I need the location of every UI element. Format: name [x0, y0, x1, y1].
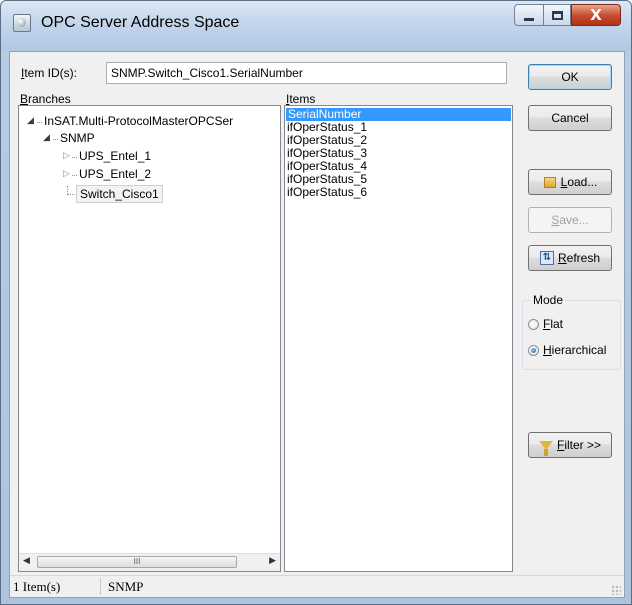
minimize-button[interactable] — [514, 4, 543, 26]
collapse-snmp-icon[interactable]: ◢ — [43, 133, 50, 143]
mode-groupbox: Mode Flat Hierarchical — [522, 293, 621, 370]
tree-connector — [72, 175, 77, 176]
app-icon — [13, 14, 31, 32]
branches-label-mnemonic: B — [20, 92, 29, 106]
maximize-icon — [551, 10, 563, 20]
close-icon: X — [590, 5, 602, 24]
maximize-button[interactable] — [543, 4, 571, 26]
flat-radio[interactable] — [528, 318, 539, 330]
filter-text: ilter >> — [564, 438, 602, 452]
hierarchical-text: ierarchical — [551, 343, 607, 357]
tree-connector — [37, 122, 42, 123]
scroll-left-icon[interactable]: ◀ — [23, 556, 30, 566]
mode-flat-option[interactable]: Flat — [528, 317, 563, 331]
minimize-icon — [524, 17, 534, 21]
cancel-button[interactable]: Cancel — [528, 105, 612, 131]
dialog-window: OPC Server Address Space X Item ID(s): B… — [0, 0, 632, 605]
dialog-client-area: Item ID(s): Branches Items ◢ InSAT.Multi… — [9, 51, 625, 598]
refresh-text: efresh — [566, 251, 601, 265]
refresh-mnemonic: R — [557, 251, 567, 265]
save-text: ave... — [559, 213, 589, 227]
tree-node-root[interactable]: InSAT.Multi-ProtocolMasterOPCSer — [44, 114, 233, 128]
ok-button-label: OK — [561, 70, 579, 84]
branches-horizontal-scrollbar[interactable]: ◀ III ▶ — [19, 553, 280, 571]
item-id-label: Item ID(s): — [21, 66, 77, 80]
filter-icon — [538, 440, 553, 456]
hierarchical-mnemonic: H — [543, 343, 552, 357]
items-label: Items — [286, 92, 315, 106]
branches-label: Branches — [20, 92, 71, 106]
tree-node-snmp[interactable]: SNMP — [60, 131, 95, 145]
tree-connector — [53, 139, 58, 140]
tree-connector — [72, 157, 77, 158]
items-label-text: tems — [289, 92, 316, 106]
close-button[interactable]: X — [571, 4, 621, 26]
items-list[interactable]: SerialNumber ifOperStatus_1 ifOperStatus… — [284, 105, 513, 572]
status-separator — [100, 578, 101, 595]
refresh-icon: ⇅ — [539, 251, 554, 265]
scroll-thumb[interactable]: III — [37, 556, 237, 568]
filter-button-label: Filter >> — [557, 438, 601, 452]
branches-tree[interactable]: ◢ InSAT.Multi-ProtocolMasterOPCSer ◢ SNM… — [18, 105, 281, 572]
status-item-count: 1 Item(s) — [13, 579, 61, 594]
tree-node-ups-entel-1[interactable]: UPS_Entel_1 — [79, 149, 151, 163]
save-button[interactable]: Save... — [528, 207, 612, 233]
tree-connector — [67, 194, 75, 195]
load-text: oad... — [567, 175, 598, 189]
ok-button[interactable]: OK — [528, 64, 612, 90]
load-button-label: Load... — [561, 175, 598, 189]
status-bar: 1 Item(s) SNMP — [10, 575, 624, 597]
status-branch: SNMP — [108, 579, 144, 594]
refresh-button[interactable]: ⇅ Refresh — [528, 245, 612, 271]
flat-text: lat — [550, 317, 564, 331]
expand-ups1-icon[interactable]: ▷ — [63, 151, 70, 161]
folder-icon — [543, 175, 557, 189]
mode-hierarchical-option[interactable]: Hierarchical — [528, 343, 606, 357]
tree-connector — [67, 186, 68, 194]
flat-label: Flat — [543, 317, 563, 331]
tree-node-switch-cisco1[interactable]: Switch_Cisco1 — [76, 185, 163, 203]
scroll-right-icon[interactable]: ▶ — [269, 556, 276, 566]
hierarchical-label: Hierarchical — [543, 343, 606, 357]
filter-button[interactable]: Filter >> — [528, 432, 612, 458]
item-id-input[interactable] — [106, 62, 507, 84]
branches-label-text: ranches — [28, 92, 71, 106]
title-bar[interactable]: OPC Server Address Space X — [1, 1, 631, 51]
resize-grip-icon[interactable] — [611, 585, 621, 595]
expand-ups2-icon[interactable]: ▷ — [63, 169, 70, 179]
list-item[interactable]: ifOperStatus_6 — [287, 186, 367, 199]
tree-node-ups-entel-2[interactable]: UPS_Entel_2 — [79, 167, 151, 181]
hierarchical-radio[interactable] — [528, 344, 539, 356]
save-button-label: Save... — [551, 213, 588, 227]
load-button[interactable]: Load... — [528, 169, 612, 195]
mode-legend: Mode — [531, 293, 566, 307]
item-id-label-text: tem ID(s): — [24, 66, 78, 80]
collapse-root-icon[interactable]: ◢ — [27, 116, 34, 126]
window-title: OPC Server Address Space — [41, 14, 240, 31]
refresh-button-label: Refresh — [558, 251, 600, 265]
cancel-button-label: Cancel — [551, 111, 589, 125]
